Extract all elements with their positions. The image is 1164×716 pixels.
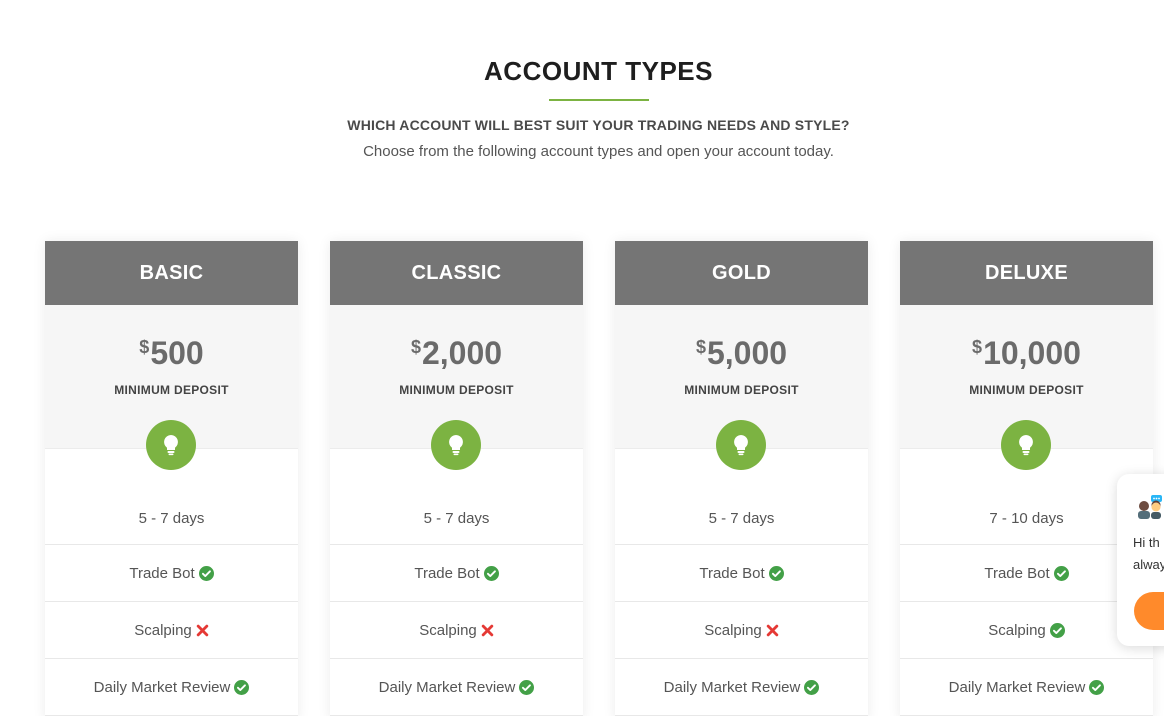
price-amount: 500 bbox=[150, 335, 204, 371]
currency-symbol: $ bbox=[410, 337, 421, 357]
feature-trade-bot: Trade Bot bbox=[615, 545, 868, 602]
price-box: $2,000 MINIMUM DEPOSIT bbox=[330, 305, 583, 470]
section-title: ACCOUNT TYPES bbox=[484, 56, 713, 86]
plan-price: $2,000 bbox=[330, 335, 583, 372]
duration-label: 5 - 7 days bbox=[423, 510, 490, 527]
feature-label: Scalping bbox=[988, 621, 1046, 639]
feature-label: Trade Bot bbox=[984, 564, 1050, 582]
plan-price: $10,000 bbox=[900, 335, 1153, 372]
feature-trade-bot: Trade Bot bbox=[900, 545, 1153, 602]
price-box: $500 MINIMUM DEPOSIT bbox=[45, 305, 298, 470]
feature-label: Daily Market Review bbox=[378, 678, 516, 696]
feature-trade-bot: Trade Bot bbox=[330, 545, 583, 602]
feature-daily-market-review: Daily Market Review bbox=[45, 659, 298, 716]
plan-card-gold: GOLD $5,000 MINIMUM DEPOSIT 5 - 7 days T… bbox=[615, 241, 868, 716]
minimum-deposit-label: MINIMUM DEPOSIT bbox=[684, 383, 799, 397]
feature-scalping: Scalping bbox=[330, 602, 583, 659]
plan-name: GOLD bbox=[615, 241, 868, 305]
feature-label: Daily Market Review bbox=[663, 678, 801, 696]
plan-name: BASIC bbox=[45, 241, 298, 305]
feature-label: Trade Bot bbox=[129, 564, 195, 582]
feature-label: Daily Market Review bbox=[948, 678, 1086, 696]
currency-symbol: $ bbox=[972, 337, 983, 357]
section-description: Choose from the following account types … bbox=[363, 143, 834, 160]
check-circle-icon bbox=[1089, 679, 1105, 695]
chat-line-1: Hi th bbox=[1133, 535, 1160, 550]
cross-icon bbox=[481, 624, 494, 637]
duration-label: 5 - 7 days bbox=[708, 510, 775, 527]
price-amount: 5,000 bbox=[706, 335, 788, 371]
support-agent-icon bbox=[1135, 493, 1163, 526]
check-circle-icon bbox=[1049, 622, 1065, 638]
cross-icon bbox=[196, 624, 209, 637]
section-subtitle: WHICH ACCOUNT WILL BEST SUIT YOUR TRADIN… bbox=[347, 117, 850, 133]
price-amount: 10,000 bbox=[983, 335, 1081, 371]
price-box: $10,000 MINIMUM DEPOSIT bbox=[900, 305, 1153, 470]
currency-symbol: $ bbox=[139, 337, 150, 357]
feature-label: Daily Market Review bbox=[93, 678, 231, 696]
duration-label: 5 - 7 days bbox=[138, 510, 205, 527]
feature-label: Scalping bbox=[419, 621, 477, 639]
minimum-deposit-label: MINIMUM DEPOSIT bbox=[114, 383, 229, 397]
minimum-deposit-label: MINIMUM DEPOSIT bbox=[969, 383, 1084, 397]
feature-daily-market-review: Daily Market Review bbox=[900, 659, 1153, 716]
check-circle-icon bbox=[1053, 565, 1069, 581]
account-types-page: ACCOUNT TYPES WHICH ACCOUNT WILL BEST SU… bbox=[0, 0, 1164, 716]
duration-label: 7 - 10 days bbox=[989, 510, 1064, 527]
feature-scalping: Scalping bbox=[615, 602, 868, 659]
chat-widget[interactable]: Hi th alway bbox=[1117, 474, 1164, 646]
chat-line-2: alway bbox=[1133, 557, 1164, 572]
feature-daily-market-review: Daily Market Review bbox=[615, 659, 868, 716]
feature-daily-market-review: Daily Market Review bbox=[330, 659, 583, 716]
chat-message: Hi th alway bbox=[1133, 532, 1164, 576]
plan-price: $500 bbox=[45, 335, 298, 372]
feature-scalping: Scalping bbox=[45, 602, 298, 659]
feature-label: Trade Bot bbox=[414, 564, 480, 582]
lightbulb-icon bbox=[431, 420, 481, 470]
cross-icon bbox=[766, 624, 779, 637]
check-circle-icon bbox=[483, 565, 499, 581]
plan-name: DELUXE bbox=[900, 241, 1153, 305]
plan-name: CLASSIC bbox=[330, 241, 583, 305]
check-circle-icon bbox=[804, 679, 820, 695]
lightbulb-icon bbox=[1001, 420, 1051, 470]
check-circle-icon bbox=[519, 679, 535, 695]
feature-trade-bot: Trade Bot bbox=[45, 545, 298, 602]
plan-card-deluxe: DELUXE $10,000 MINIMUM DEPOSIT 7 - 10 da… bbox=[900, 241, 1153, 716]
title-underline bbox=[549, 99, 649, 101]
feature-label: Trade Bot bbox=[699, 564, 765, 582]
price-box: $5,000 MINIMUM DEPOSIT bbox=[615, 305, 868, 470]
chat-open-button[interactable] bbox=[1134, 592, 1164, 630]
check-circle-icon bbox=[234, 679, 250, 695]
price-amount: 2,000 bbox=[421, 335, 503, 371]
lightbulb-icon bbox=[716, 420, 766, 470]
feature-label: Scalping bbox=[704, 621, 762, 639]
plan-price: $5,000 bbox=[615, 335, 868, 372]
lightbulb-icon bbox=[146, 420, 196, 470]
plan-card-classic: CLASSIC $2,000 MINIMUM DEPOSIT 5 - 7 day… bbox=[330, 241, 583, 716]
currency-symbol: $ bbox=[695, 337, 706, 357]
plan-card-basic: BASIC $500 MINIMUM DEPOSIT 5 - 7 days Tr… bbox=[45, 241, 298, 716]
check-circle-icon bbox=[198, 565, 214, 581]
check-circle-icon bbox=[768, 565, 784, 581]
minimum-deposit-label: MINIMUM DEPOSIT bbox=[399, 383, 514, 397]
feature-scalping: Scalping bbox=[900, 602, 1153, 659]
feature-label: Scalping bbox=[134, 621, 192, 639]
